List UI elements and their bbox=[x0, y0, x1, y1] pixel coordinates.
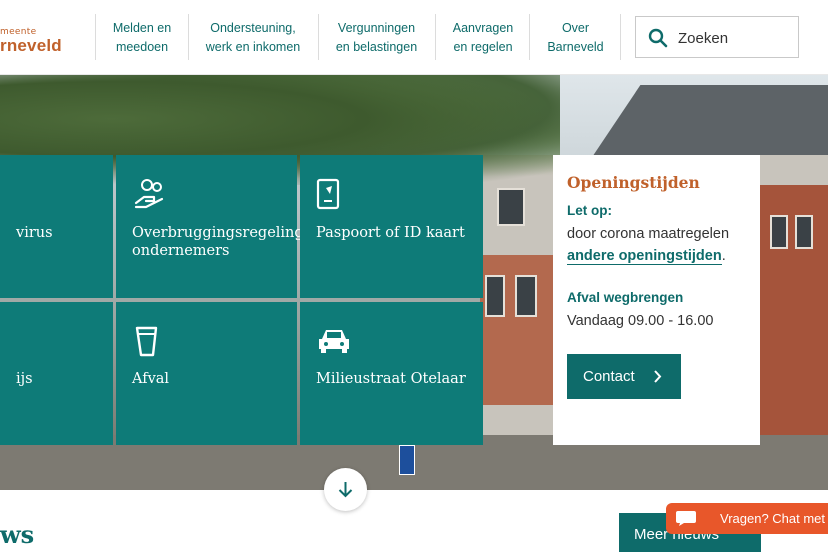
quick-links-grid: virus Overbruggingsregeling ondernemers … bbox=[0, 155, 483, 445]
tile-label: Milieustraat Otelaar bbox=[316, 371, 466, 387]
chat-widget[interactable]: Vragen? Chat met o bbox=[666, 503, 828, 534]
nav-label-line2: en belastingen bbox=[335, 40, 418, 54]
nav-divider bbox=[435, 14, 436, 60]
notice-label: Let op: bbox=[567, 203, 612, 218]
search-icon[interactable] bbox=[648, 28, 668, 48]
hero-window bbox=[497, 188, 525, 226]
trash-bin-icon bbox=[135, 326, 158, 357]
tile-milieustraat[interactable]: Milieustraat Otelaar bbox=[300, 302, 483, 445]
nav-label-line2: Barneveld bbox=[547, 40, 604, 54]
tile-virus[interactable]: virus bbox=[0, 155, 113, 298]
tile-overbruggingsregeling[interactable]: Overbruggingsregeling ondernemers bbox=[116, 155, 304, 298]
chat-bubble-icon bbox=[676, 511, 696, 526]
handshake-coins-icon bbox=[134, 179, 164, 209]
nav-label-line1: Melden en bbox=[112, 21, 172, 35]
contact-button[interactable]: Contact bbox=[567, 354, 681, 399]
hero-window bbox=[770, 215, 788, 249]
tile-label: ijs bbox=[16, 371, 33, 387]
tile-label: Overbruggingsregeling ondernemers bbox=[132, 225, 304, 259]
other-opening-hours-link[interactable]: andere openingstijden bbox=[567, 248, 722, 265]
tile-afval[interactable]: Afval bbox=[116, 302, 297, 445]
notice-text: door corona maatregelen bbox=[567, 226, 730, 242]
passport-icon bbox=[316, 178, 340, 210]
nav-label-line1: Over bbox=[561, 21, 590, 35]
nav-label-line1: Ondersteuning, bbox=[210, 21, 296, 35]
nav-divider bbox=[529, 14, 530, 60]
tile-label: Afval bbox=[132, 371, 170, 387]
chat-label: Vragen? Chat met o bbox=[720, 511, 828, 526]
nav-divider bbox=[188, 14, 189, 60]
nav-divider bbox=[318, 14, 319, 60]
site-header: meente rneveld Melden en meedoen Onderst… bbox=[0, 0, 828, 75]
nav-label-line2: meedoen bbox=[115, 40, 169, 54]
nav-melden-en-meedoen[interactable]: Melden en meedoen bbox=[104, 19, 180, 57]
parking-sign bbox=[399, 445, 415, 475]
nav-divider bbox=[620, 14, 621, 60]
search-box[interactable] bbox=[635, 16, 799, 58]
hero-window bbox=[795, 215, 813, 249]
hero-window bbox=[515, 275, 537, 317]
waste-label: Afval wegbrengen bbox=[567, 290, 684, 305]
tile-paspoort[interactable]: Paspoort of ID kaart bbox=[300, 155, 483, 298]
car-icon bbox=[319, 330, 349, 353]
nav-ondersteuning[interactable]: Ondersteuning, werk en inkomen bbox=[197, 19, 309, 57]
chevron-right-icon bbox=[653, 354, 663, 417]
hero-window bbox=[485, 275, 505, 317]
opening-hours-title: Openingstijden bbox=[567, 173, 700, 192]
contact-button-label: Contact bbox=[583, 368, 635, 385]
waste-time: Vandaag 09.00 - 16.00 bbox=[567, 313, 714, 329]
tile-truncated[interactable]: ijs bbox=[0, 302, 113, 445]
notice-link-line: andere openingstijden. bbox=[567, 248, 726, 265]
nav-over-barneveld[interactable]: Over Barneveld bbox=[538, 19, 613, 57]
news-heading: ws bbox=[0, 520, 35, 549]
nav-divider bbox=[95, 14, 96, 60]
nav-label-line2: en regelen bbox=[453, 40, 513, 54]
search-input[interactable] bbox=[676, 23, 795, 53]
nav-label-line2: werk en inkomen bbox=[205, 40, 301, 54]
scroll-down-button[interactable] bbox=[324, 468, 367, 511]
tile-label: virus bbox=[16, 225, 53, 241]
arrow-down-icon bbox=[338, 482, 353, 498]
opening-hours-card: Openingstijden Let op: door corona maatr… bbox=[553, 155, 760, 445]
tile-label: Paspoort of ID kaart bbox=[316, 225, 465, 241]
nav-aanvragen[interactable]: Aanvragen en regelen bbox=[444, 19, 522, 57]
nav-label-line1: Vergunningen bbox=[337, 21, 416, 35]
nav-label-line1: Aanvragen bbox=[452, 21, 514, 35]
nav-vergunningen[interactable]: Vergunningen en belastingen bbox=[326, 19, 427, 57]
logo-title[interactable]: rneveld bbox=[0, 36, 62, 56]
link-suffix: . bbox=[721, 248, 726, 264]
